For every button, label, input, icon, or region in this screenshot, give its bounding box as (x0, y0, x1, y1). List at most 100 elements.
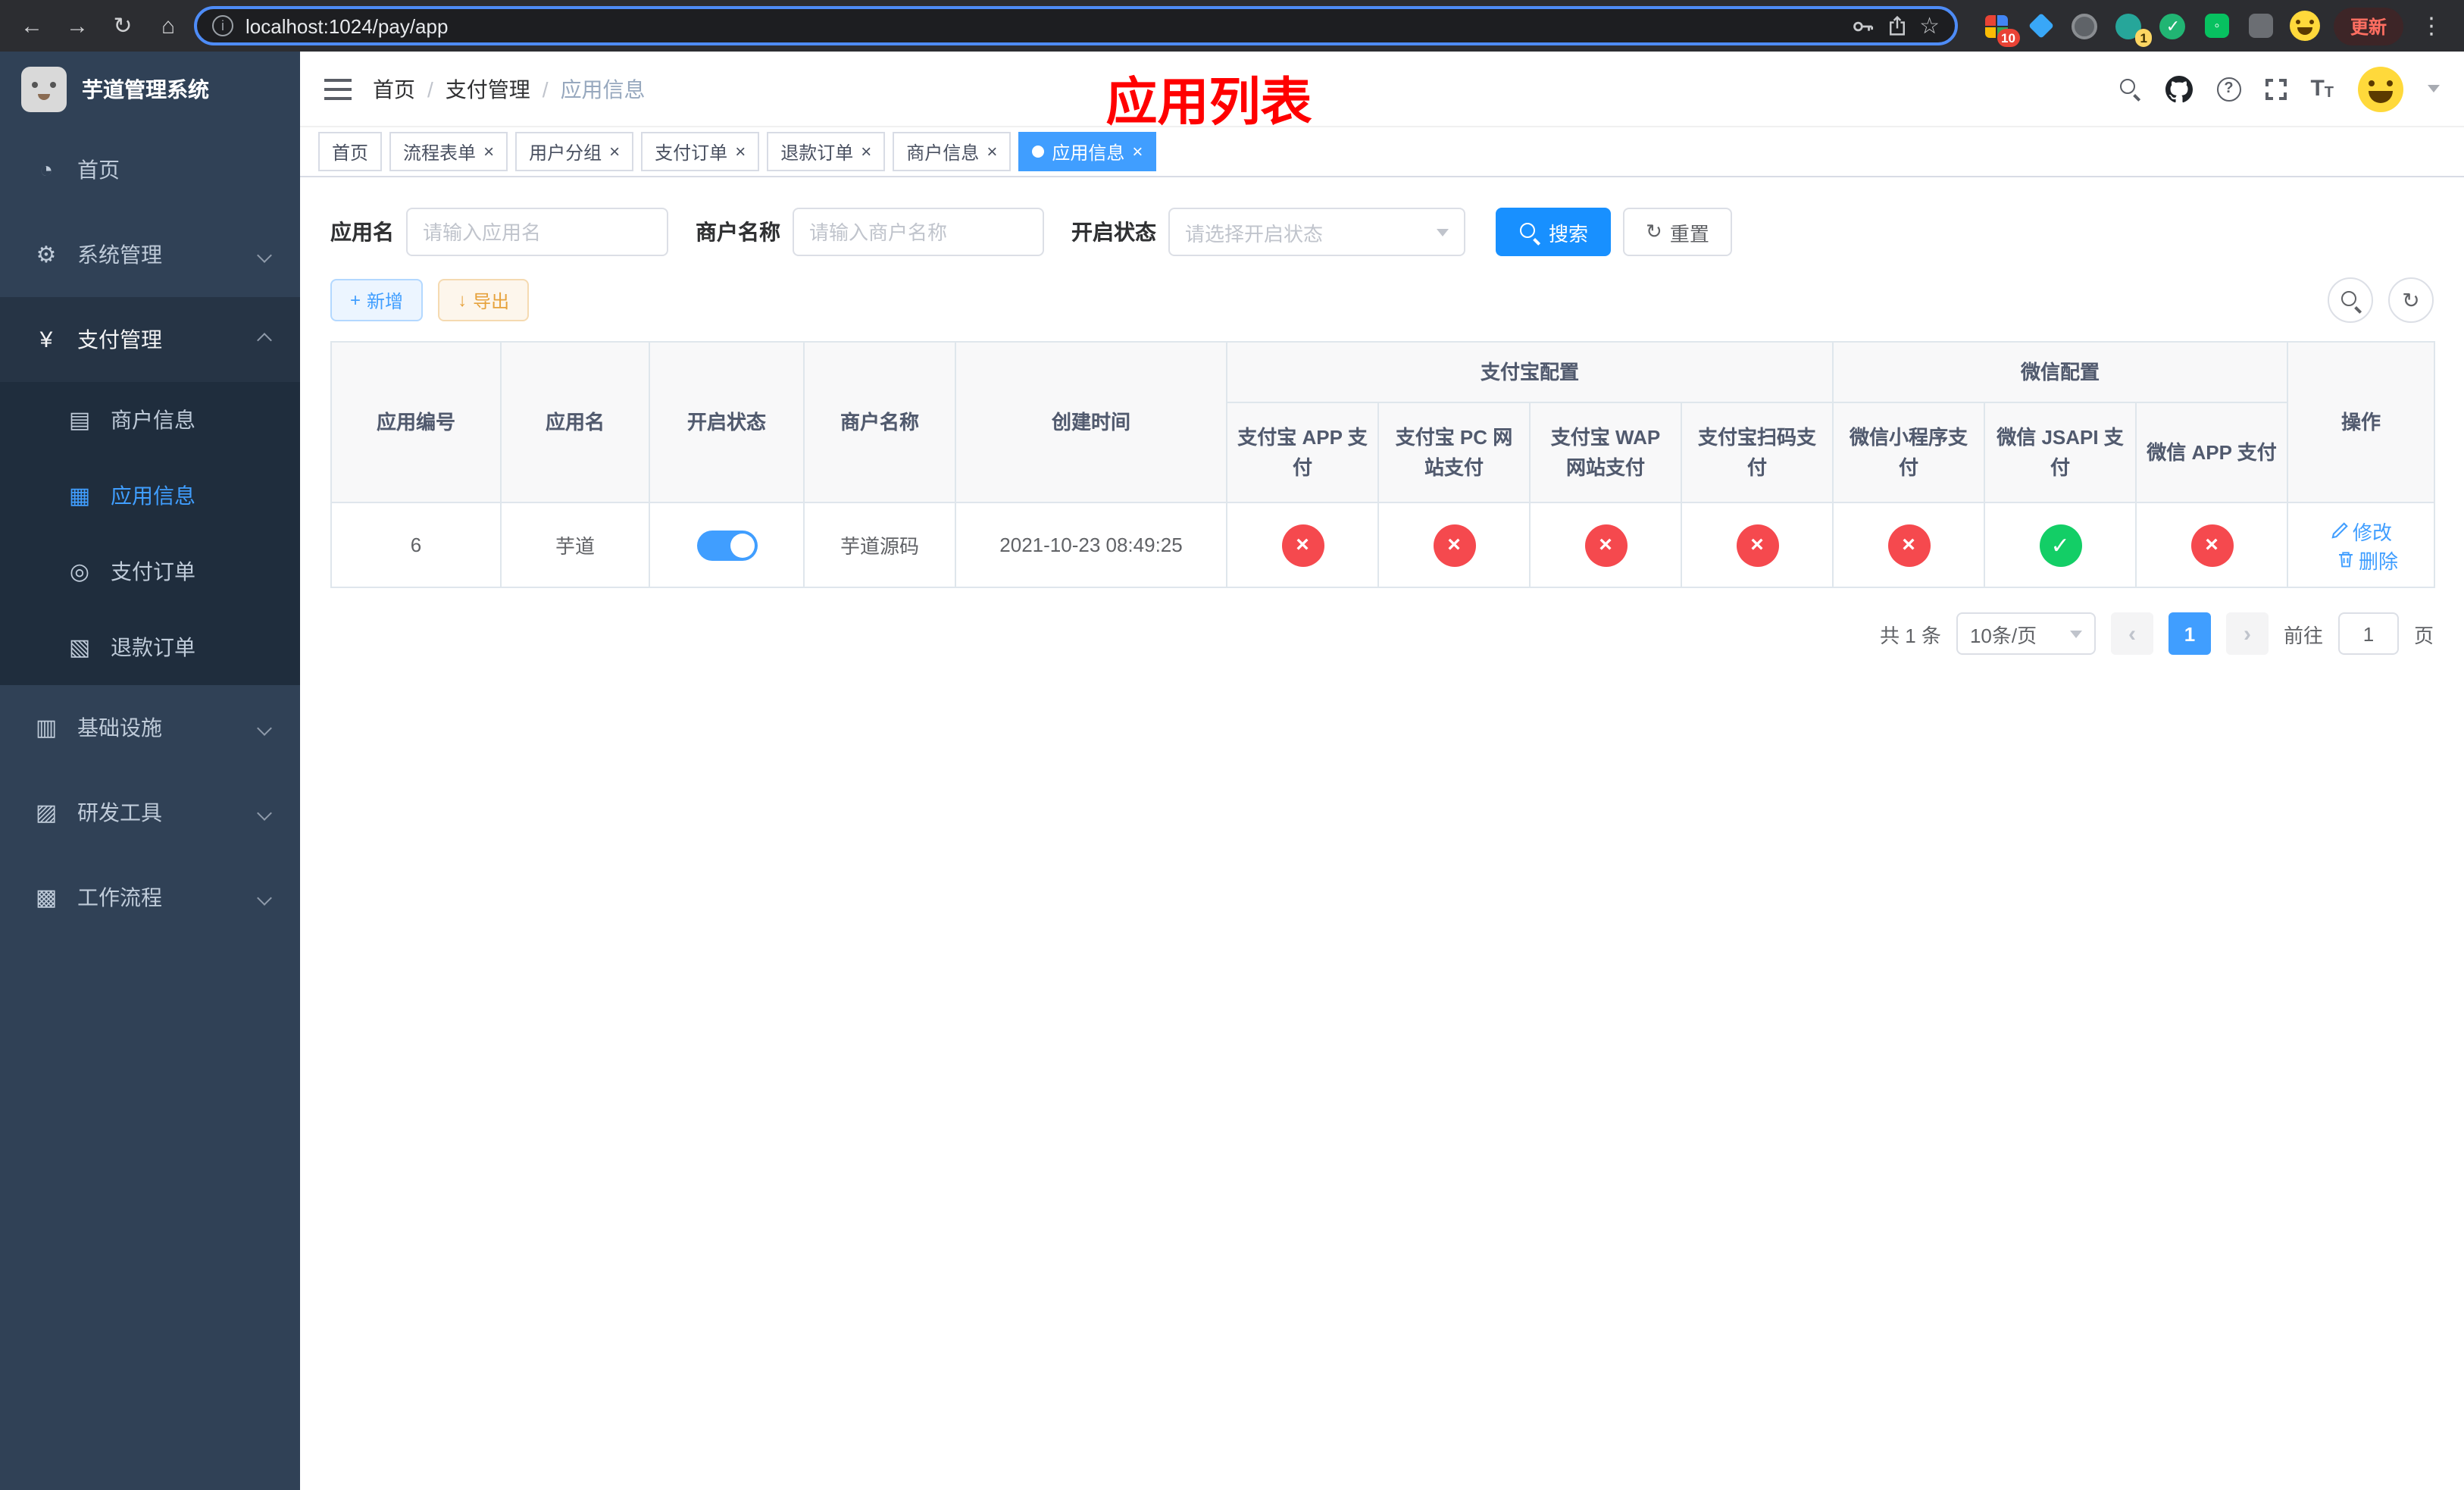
add-button[interactable]: + 新增 (330, 279, 424, 321)
download-icon: ↓ (458, 290, 467, 311)
site-info-icon[interactable]: i (212, 15, 233, 36)
cell-status (649, 502, 805, 588)
refresh-table-button[interactable]: ↻ (2388, 277, 2434, 323)
status-icon: × (1887, 524, 1931, 566)
page-number-button[interactable]: 1 (2168, 612, 2211, 655)
check-circle-icon: ✓ (2159, 13, 2186, 39)
chevron-down-icon (1437, 228, 1449, 236)
close-icon[interactable]: × (735, 142, 746, 161)
extension-puzzle-icon[interactable] (2246, 11, 2276, 41)
chat-icon: ◦ (2204, 14, 2229, 38)
breadcrumb-payment[interactable]: 支付管理 (446, 74, 530, 104)
share-icon[interactable] (1886, 15, 1907, 36)
goto-page-input[interactable] (2337, 612, 2399, 655)
tab-label: 首页 (332, 142, 369, 163)
pencil-icon (2331, 522, 2347, 539)
fullscreen-icon[interactable] (2265, 78, 2287, 99)
browser-update-button[interactable]: 更新 (2333, 7, 2403, 45)
prev-page-button[interactable]: ‹ (2110, 612, 2153, 655)
app-name-input[interactable] (406, 208, 668, 256)
sidebar-item-merchant-info[interactable]: ▤ 商户信息 (0, 382, 300, 458)
browser-profile-avatar[interactable] (2289, 11, 2320, 41)
screenshot-root: ← → ↻ ⌂ i localhost:1024/pay/app ☆ 10 1 … (0, 0, 2464, 1490)
close-icon[interactable]: × (609, 142, 620, 161)
search-button[interactable]: 搜索 (1496, 208, 1612, 256)
col-merchant: 商户名称 (803, 341, 956, 503)
sidebar-item-label: 基础设施 (77, 715, 162, 740)
extension-grid-icon[interactable]: 10 (1982, 11, 2020, 47)
sidebar-item-infrastructure[interactable]: ▥ 基础设施 (0, 685, 300, 770)
goto-suffix: 页 (2413, 624, 2434, 646)
sidebar-item-pay-order[interactable]: ◎ 支付订单 (0, 534, 300, 609)
app-name-label: 应用名 (330, 220, 394, 244)
dashboard-icon: ◔ (39, 157, 54, 183)
status-label: 开启状态 (1071, 220, 1156, 244)
breadcrumb-home[interactable]: 首页 (373, 74, 415, 104)
sidebar-item-system[interactable]: ⚙ 系统管理 (0, 212, 300, 297)
next-page-button[interactable]: › (2225, 612, 2269, 655)
browser-reload-icon[interactable]: ↻ (103, 6, 142, 45)
sidebar-item-payment[interactable]: ¥ 支付管理 (0, 297, 300, 382)
help-icon[interactable]: ? (2216, 77, 2241, 101)
tab-pay-order[interactable]: 支付订单 × (641, 132, 760, 171)
extension-row: 10 1 ✓ ◦ 更新 ⋮ (1964, 7, 2452, 47)
col-alipay-scan: 支付宝扫码支付 (1680, 402, 1834, 503)
close-icon[interactable]: × (861, 142, 871, 161)
bookmark-star-icon[interactable]: ☆ (1919, 12, 1940, 39)
sidebar-item-app-info[interactable]: ▦ 应用信息 (0, 458, 300, 534)
sidebar-item-workflow[interactable]: ▩ 工作流程 (0, 855, 300, 940)
status-icon: ✓ (2039, 524, 2082, 566)
cell-alipay-scan: × (1680, 502, 1834, 588)
extension-check-icon[interactable]: ✓ (2158, 11, 2188, 41)
close-icon[interactable]: × (987, 142, 997, 161)
extension-avatar-icon[interactable]: 1 (2114, 11, 2152, 47)
address-bar[interactable]: i localhost:1024/pay/app ☆ (194, 6, 1958, 45)
cell-alipay-app: × (1226, 502, 1379, 588)
tab-user-group[interactable]: 用户分组 × (515, 132, 634, 171)
extension-dark-icon[interactable] (2070, 11, 2100, 41)
payment-submenu: ▤ 商户信息 ▦ 应用信息 ◎ 支付订单 ▧ 退款订单 (0, 382, 300, 685)
merchant-name-input[interactable] (793, 208, 1044, 256)
reset-button[interactable]: ↻ 重置 (1623, 208, 1732, 256)
github-icon[interactable] (2165, 75, 2193, 102)
extension-gem-icon[interactable] (2026, 11, 2056, 41)
export-button[interactable]: ↓ 导出 (438, 279, 530, 321)
col-alipay-wap: 支付宝 WAP 网站支付 (1529, 402, 1682, 503)
tab-merchant-info[interactable]: 商户信息 × (893, 132, 1012, 171)
emoji-face-icon (2289, 11, 2320, 41)
user-avatar[interactable] (2358, 66, 2403, 111)
status-icon: × (1584, 524, 1627, 566)
sidebar-logo[interactable]: 芋道管理系统 (0, 52, 300, 127)
toggle-search-button[interactable] (2328, 277, 2373, 323)
cell-alipay-wap: × (1529, 502, 1682, 588)
page-size-select[interactable]: 10条/页 (1956, 612, 2096, 655)
col-wechat-app: 微信 APP 支付 (2135, 402, 2289, 503)
font-size-icon[interactable]: TT (2310, 76, 2334, 102)
status-toggle[interactable] (696, 530, 757, 560)
sidebar-item-devtools[interactable]: ▨ 研发工具 (0, 770, 300, 855)
tab-home[interactable]: 首页 (318, 132, 383, 171)
sidebar-item-label: 系统管理 (77, 243, 162, 267)
sidebar-item-refund-order[interactable]: ▧ 退款订单 (0, 609, 300, 685)
avatar-dropdown-icon[interactable] (2428, 85, 2440, 92)
browser-chrome: ← → ↻ ⌂ i localhost:1024/pay/app ☆ 10 1 … (0, 0, 2464, 52)
status-select[interactable]: 请选择开启状态 (1168, 208, 1465, 256)
sidebar-item-home[interactable]: ◔ 首页 (0, 127, 300, 212)
tab-label: 用户分组 (529, 142, 602, 163)
extension-chat-icon[interactable]: ◦ (2202, 11, 2232, 41)
browser-back-icon[interactable]: ← (12, 6, 52, 45)
password-key-icon[interactable] (1851, 14, 1874, 37)
close-icon[interactable]: × (1132, 142, 1143, 161)
tab-process-form[interactable]: 流程表单 × (389, 132, 508, 171)
browser-menu-icon[interactable]: ⋮ (2417, 12, 2446, 39)
tab-refund-order[interactable]: 退款订单 × (767, 132, 886, 171)
edit-link[interactable]: 修改 (2330, 516, 2392, 545)
tab-app-info[interactable]: 应用信息 × (1018, 132, 1157, 171)
browser-forward-icon[interactable]: → (58, 6, 97, 45)
sidebar-collapse-icon[interactable] (324, 78, 352, 99)
workflow-icon: ▩ (35, 885, 58, 911)
search-icon[interactable] (2118, 77, 2140, 100)
close-icon[interactable]: × (483, 142, 494, 161)
browser-home-icon[interactable]: ⌂ (149, 6, 188, 45)
delete-link[interactable]: 删除 (2336, 545, 2398, 574)
